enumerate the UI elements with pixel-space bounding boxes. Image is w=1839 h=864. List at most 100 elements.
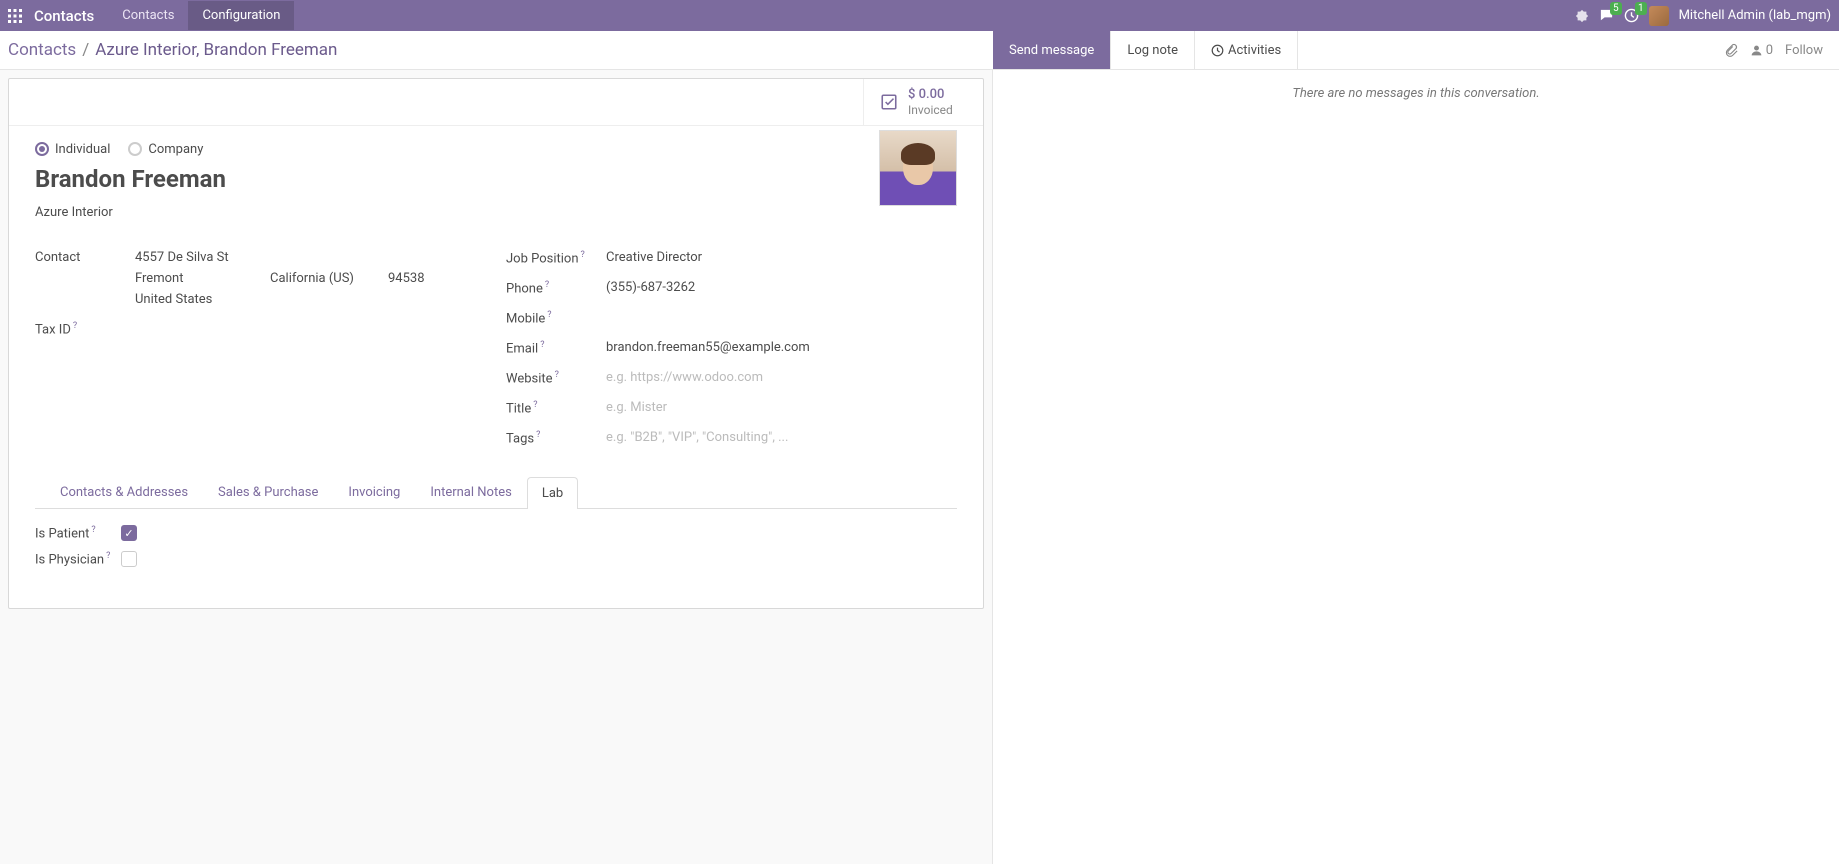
attachments-button[interactable] (1724, 43, 1738, 57)
address-street: 4557 De Silva St (135, 250, 486, 265)
form-grid: Contact 4557 De Silva St Fremont Califor… (35, 248, 957, 458)
field-phone: Phone? (355)-687-3262 (506, 278, 957, 300)
chat-bar: Send message Log note Activities 0 Follo… (993, 31, 1839, 70)
value-mobile[interactable] (606, 308, 957, 310)
radio-individual[interactable]: Individual (35, 142, 110, 157)
field-email: Email? brandon.freeman55@example.com (506, 338, 957, 360)
nav-menu-contacts[interactable]: Contacts (108, 1, 188, 30)
breadcrumb-current: Azure Interior, Brandon Freeman (95, 40, 337, 60)
tab-invoicing[interactable]: Invoicing (333, 476, 415, 508)
tab-internal-notes[interactable]: Internal Notes (415, 476, 526, 508)
tabs-bar: Contacts & Addresses Sales & Purchase In… (35, 476, 957, 509)
label-job-position: Job Position? (506, 248, 606, 266)
chat-area: Send message Log note Activities 0 Follo… (992, 70, 1839, 864)
nav-left: Contacts Contacts Configuration (8, 1, 294, 30)
checkbox-is-patient[interactable] (121, 525, 137, 541)
form-col-right: Job Position? Creative Director Phone? (… (506, 248, 957, 458)
breadcrumb-separator: / (82, 40, 89, 60)
label-tax-id: Tax ID? (35, 319, 135, 337)
messages-icon[interactable]: 5 (1599, 8, 1614, 23)
radio-company-label: Company (148, 142, 203, 157)
button-box: $ 0.00 Invoiced (9, 79, 983, 126)
value-address[interactable]: 4557 De Silva St Fremont California (US)… (135, 248, 486, 307)
label-email: Email? (506, 338, 606, 356)
field-job-position: Job Position? Creative Director (506, 248, 957, 270)
log-note-button[interactable]: Log note (1111, 31, 1195, 69)
radio-icon (35, 142, 49, 156)
user-name[interactable]: Mitchell Admin (lab_mgm) (1679, 8, 1831, 23)
stat-value: $ 0.00 (908, 87, 953, 103)
app-brand[interactable]: Contacts (34, 7, 94, 25)
value-tax-id[interactable] (135, 319, 486, 321)
address-state: California (US) (270, 271, 388, 286)
chat-tabs: Send message Log note Activities (993, 31, 1298, 69)
chat-follow: 0 Follow (1724, 43, 1839, 58)
label-mobile: Mobile? (506, 308, 606, 326)
activities-icon[interactable]: 1 (1624, 8, 1639, 23)
followers-button[interactable]: 0 (1750, 43, 1773, 58)
label-is-physician: Is Physician? (35, 551, 121, 567)
field-is-physician: Is Physician? (35, 551, 957, 567)
label-website: Website? (506, 368, 606, 386)
contact-company[interactable]: Azure Interior (35, 205, 957, 220)
field-mobile: Mobile? (506, 308, 957, 330)
field-is-patient: Is Patient? (35, 525, 957, 541)
contact-name[interactable]: Brandon Freeman (35, 165, 957, 193)
label-contact: Contact (35, 248, 135, 265)
value-job-position[interactable]: Creative Director (606, 248, 957, 265)
radio-company[interactable]: Company (128, 142, 203, 157)
value-title[interactable]: e.g. Mister (606, 398, 957, 415)
form-sheet: $ 0.00 Invoiced Individual Company (8, 78, 984, 609)
field-tax-id: Tax ID? (35, 319, 486, 341)
user-avatar[interactable] (1649, 6, 1669, 26)
contact-type: Individual Company (35, 142, 957, 157)
value-email[interactable]: brandon.freeman55@example.com (606, 338, 957, 355)
value-tags[interactable]: e.g. "B2B", "VIP", "Consulting", ... (606, 428, 957, 445)
paperclip-icon (1724, 43, 1738, 57)
form-area: $ 0.00 Invoiced Individual Company (0, 70, 992, 864)
breadcrumb: Contacts / Azure Interior, Brandon Freem… (8, 40, 337, 60)
contact-photo[interactable] (879, 130, 957, 206)
follow-button[interactable]: Follow (1785, 43, 1823, 58)
field-contact: Contact 4557 De Silva St Fremont Califor… (35, 248, 486, 307)
stat-invoiced[interactable]: $ 0.00 Invoiced (863, 79, 983, 125)
form-body: Individual Company Brandon Freeman Azure… (9, 126, 983, 509)
tab-sales-purchase[interactable]: Sales & Purchase (203, 476, 333, 508)
label-is-patient: Is Patient? (35, 525, 121, 541)
activities-button[interactable]: Activities (1195, 31, 1298, 69)
value-phone[interactable]: (355)-687-3262 (606, 278, 957, 295)
address-city: Fremont (135, 271, 270, 286)
field-website: Website? e.g. https://www.odoo.com (506, 368, 957, 390)
pencil-square-icon (880, 93, 898, 111)
nav-right: 5 1 Mitchell Admin (lab_mgm) (1575, 6, 1831, 26)
tab-content-lab: Is Patient? Is Physician? (9, 509, 983, 608)
send-message-button[interactable]: Send message (993, 31, 1111, 69)
apps-icon[interactable] (8, 8, 24, 24)
top-navbar: Contacts Contacts Configuration 5 1 Mitc… (0, 0, 1839, 31)
messages-badge: 5 (1610, 2, 1622, 15)
followers-count: 0 (1766, 43, 1773, 58)
address-country: United States (135, 292, 486, 307)
debug-icon[interactable] (1575, 9, 1589, 23)
stat-label: Invoiced (908, 103, 953, 117)
label-title: Title? (506, 398, 606, 416)
clock-icon (1211, 44, 1224, 57)
label-phone: Phone? (506, 278, 606, 296)
stat-text: $ 0.00 Invoiced (908, 87, 953, 117)
field-title: Title? e.g. Mister (506, 398, 957, 420)
checkbox-is-physician[interactable] (121, 551, 137, 567)
user-icon (1750, 44, 1763, 57)
radio-individual-label: Individual (55, 142, 110, 157)
breadcrumb-root[interactable]: Contacts (8, 40, 76, 60)
tab-lab[interactable]: Lab (527, 477, 578, 509)
nav-menu-configuration[interactable]: Configuration (188, 1, 294, 30)
label-tags: Tags? (506, 428, 606, 446)
field-tags: Tags? e.g. "B2B", "VIP", "Consulting", .… (506, 428, 957, 450)
value-website[interactable]: e.g. https://www.odoo.com (606, 368, 957, 385)
activities-label: Activities (1228, 43, 1281, 58)
radio-icon (128, 142, 142, 156)
address-zip: 94538 (388, 271, 425, 286)
chat-empty-message: There are no messages in this conversati… (993, 70, 1839, 117)
form-col-left: Contact 4557 De Silva St Fremont Califor… (35, 248, 486, 458)
tab-contacts-addresses[interactable]: Contacts & Addresses (45, 476, 203, 508)
